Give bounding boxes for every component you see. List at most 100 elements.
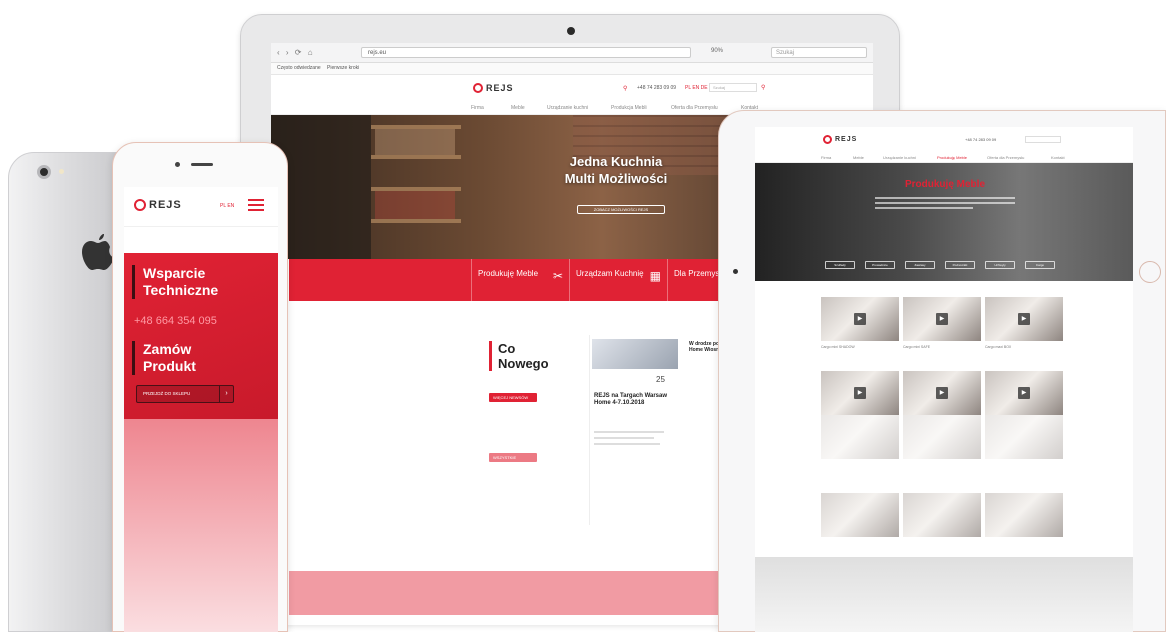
browser-search-input[interactable]: Szukaj [771,47,867,58]
tablet-search-input[interactable] [1025,136,1061,143]
tablet-screen: REJS +48 74 283 09 09 Firma Meble Urządz… [755,127,1133,632]
language-switch[interactable]: PL EN DE [685,85,708,91]
nav-item[interactable]: Oferta dla Przemysłu [987,155,1024,160]
nav-item[interactable]: Firma [471,105,484,111]
all-news-button[interactable]: WSZYSTKIE [489,453,537,462]
chevron-right-icon: › [219,386,233,402]
tab-item[interactable]: Podnośniki [945,261,975,269]
bookmarks-bar: Często odwiedzane Pierwsze kroki [271,63,873,75]
tile-reflection [821,415,899,459]
site-header: REJS ⚲ +48 74 283 09 09 PL EN DE Szukaj … [271,75,873,103]
tablet-hero-text [875,197,1015,209]
product-caption: Cargo maxi BOX [985,345,1012,349]
tablet-site-header: REJS +48 74 283 09 09 [755,127,1133,153]
bookmark-item[interactable]: Często odwiedzane [277,65,321,71]
play-icon: ▶ [936,313,948,325]
camera-lens-icon [37,165,51,179]
kitchen-icon: ▦ [649,269,661,283]
nav-item[interactable]: Produkcja Mebli [611,105,647,111]
tablet-nav: Firma Meble Urządzanie kuchni Produkuję … [755,153,1133,163]
news-card[interactable]: 25 REJS na Targach Warsaw Home 4-7.10.20… [589,335,679,525]
product-tile[interactable] [903,493,981,537]
play-icon: ▶ [854,313,866,325]
product-tile[interactable]: ▶ [821,371,899,415]
flash-icon [59,169,64,174]
site-search-icon[interactable]: ⚲ [761,84,765,91]
zoom-level: 90% [711,48,724,54]
nav-item[interactable]: Firma [821,155,831,160]
phone-logo[interactable]: REJS [134,199,182,211]
order-heading: Zamów Produkt [132,341,196,375]
nav-item[interactable]: Meble [511,105,525,111]
nav-item-active[interactable]: Produkuję Meble [937,155,967,160]
news-date: 25 [656,375,665,384]
hamburger-menu-icon[interactable] [248,199,264,211]
apple-logo-icon [81,231,115,280]
phone-header: REJS PL EN [124,187,278,227]
nav-item[interactable]: Kontakt [1051,155,1065,160]
site-logo[interactable]: REJS [473,83,514,93]
tablet-home-button[interactable] [1139,261,1161,283]
tablet-device: REJS +48 74 283 09 09 Firma Meble Urządz… [718,110,1166,632]
site-search-input[interactable]: Szukaj [709,83,757,92]
scissors-icon: ✂ [552,269,563,283]
address-bar[interactable]: rejs.eu [361,47,691,58]
header-phone: +48 74 283 09 09 [637,85,677,91]
rejs-logo-icon [473,83,483,93]
nav-item[interactable]: Oferta dla Przemysłu [671,105,718,111]
phone-screen: REJS PL EN Wsparcie Techniczne +48 664 3… [124,187,278,632]
category-urzadzam-kuchnie[interactable]: Urządzam Kuchnię ▦ [569,259,667,301]
product-grid: ▶ ▶ ▶ Cargo mini SHADOW Cargo mini SAFE … [821,297,1067,547]
browser-toolbar: ‹ › ⟳ ⌂ rejs.eu 90% Szukaj [271,43,873,63]
phone-reflection [124,419,278,632]
category-produkuje-meble[interactable]: Produkuję Meble ✂ [471,259,569,301]
nav-item[interactable]: Urządzanie kuchni [883,155,916,160]
hero-title: Jedna Kuchnia Multi Możliwości [564,154,668,186]
silver-phone-back [8,152,126,632]
tablet-logo[interactable]: REJS [823,135,857,144]
product-tile[interactable]: ▶ [903,297,981,341]
more-news-button[interactable]: WIĘCEJ NEWSÓW [489,393,537,402]
support-phone-number[interactable]: +48 664 354 095 [134,315,217,327]
product-caption: Cargo mini SHADOW [821,345,855,349]
tile-reflection [985,415,1063,459]
tablet-hero: Produkuję Meble Szuflady Prowadnice Zawi… [755,163,1133,281]
product-tile[interactable]: ▶ [985,371,1063,415]
nav-item[interactable]: Meble [853,155,864,160]
product-tile[interactable] [985,493,1063,537]
speaker-icon [191,163,213,166]
phone-device: REJS PL EN Wsparcie Techniczne +48 664 3… [112,142,288,632]
search-icon[interactable]: ⚲ [623,85,627,92]
play-icon: ▶ [1018,313,1030,325]
tablet-camera-icon [733,269,738,274]
product-caption: Cargo mini SAFE [903,345,931,349]
rejs-logo-icon [823,135,832,144]
product-tile[interactable]: ▶ [985,297,1063,341]
play-icon: ▶ [1018,387,1030,399]
rejs-logo-icon [134,199,146,211]
go-to-shop-button[interactable]: PRZEJDŹ DO SKLEPU › [136,385,234,403]
phone-language-switch[interactable]: PL EN [220,203,234,209]
tab-item[interactable]: Prowadnice [865,261,895,269]
front-camera-icon [175,162,180,167]
tab-item[interactable]: Uchwyty [985,261,1015,269]
tablet-reflection [755,557,1133,632]
play-icon: ▶ [854,387,866,399]
product-tile[interactable]: ▶ [821,297,899,341]
webcam-icon [567,27,575,35]
play-icon: ▶ [936,387,948,399]
news-heading: Co Nowego [489,341,549,371]
browser-nav-buttons[interactable]: ‹ › ⟳ ⌂ [277,48,315,57]
product-tile[interactable]: ▶ [903,371,981,415]
tablet-hero-title: Produkuję Meble [904,179,985,190]
tablet-phone: +48 74 283 09 09 [965,137,997,142]
tile-reflection [903,415,981,459]
tab-item[interactable]: Cargo [1025,261,1055,269]
nav-item[interactable]: Urządzanie kuchni [547,105,588,111]
bookmark-item[interactable]: Pierwsze kroki [327,65,359,71]
tab-item[interactable]: Zawiasy [905,261,935,269]
tab-item[interactable]: Szuflady [825,261,855,269]
news-title: REJS na Targach Warsaw Home 4-7.10.2018 [594,393,668,406]
hero-cta-button[interactable]: ZOBACZ MOŻLIWOŚCI REJS [577,205,665,214]
product-tile[interactable] [821,493,899,537]
